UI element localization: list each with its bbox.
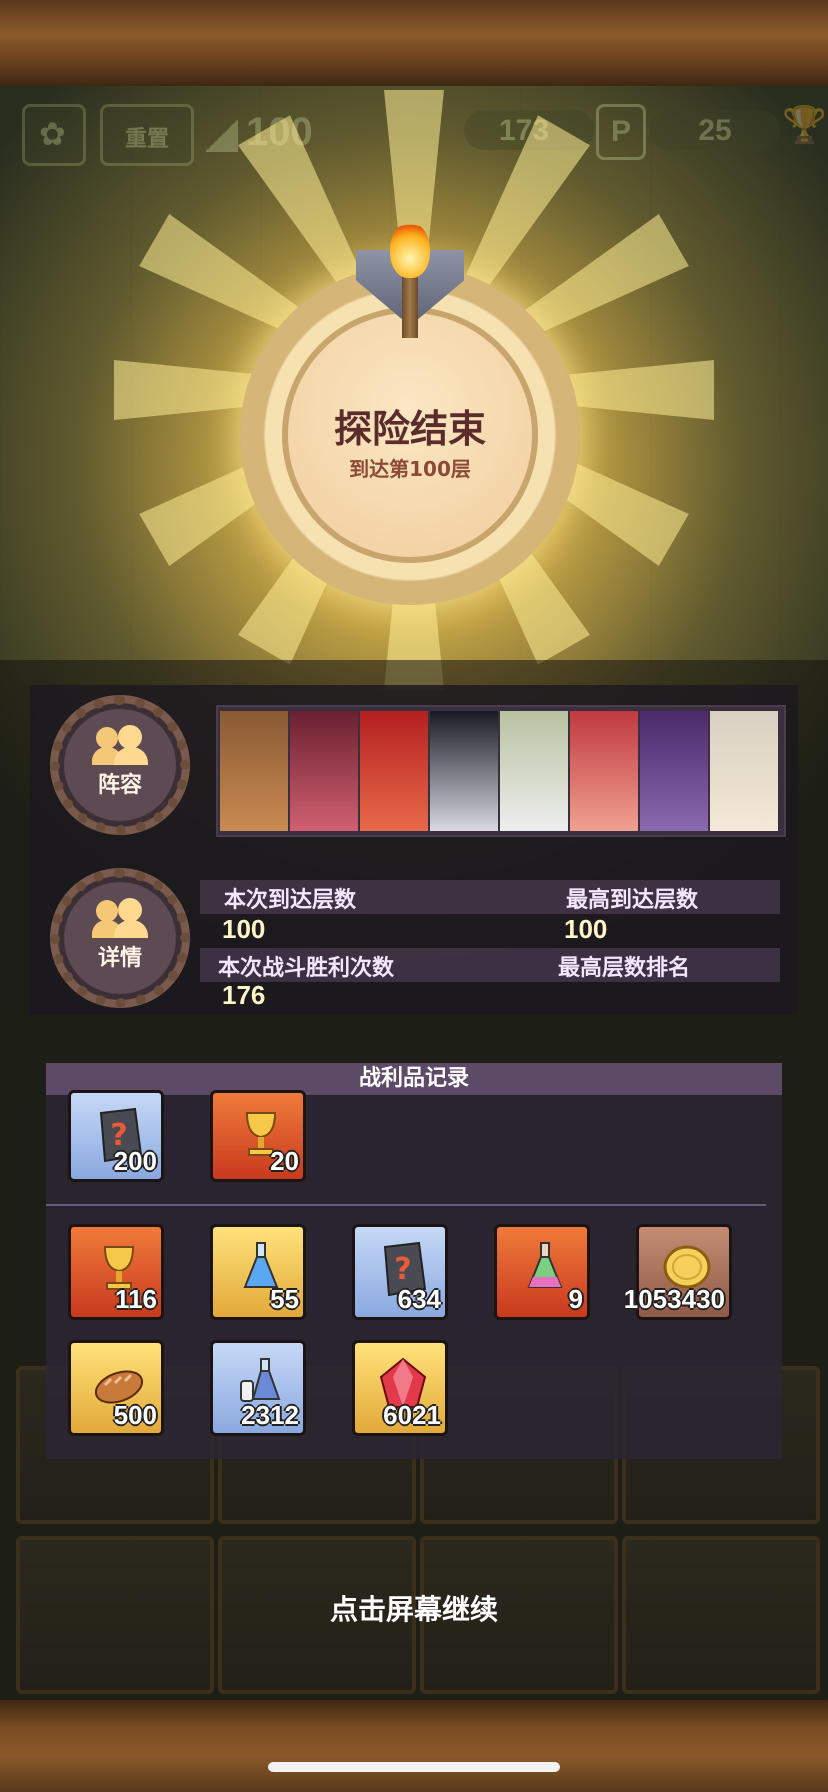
loot-item[interactable]: 6021 bbox=[352, 1340, 448, 1436]
hero-portrait[interactable] bbox=[710, 711, 778, 831]
loot-qty: 200 bbox=[113, 1146, 157, 1176]
wins-label: 本次战斗胜利次数 bbox=[218, 956, 395, 981]
gear-icon: ✿ bbox=[39, 115, 66, 153]
loot-divider bbox=[46, 1204, 766, 1206]
reset-button[interactable]: 重置 bbox=[100, 104, 194, 166]
settings-button[interactable]: ✿ bbox=[22, 104, 86, 166]
loot-qty: 500 bbox=[113, 1400, 157, 1430]
loot-item[interactable]: 9 bbox=[494, 1224, 590, 1320]
reset-label: 重置 bbox=[124, 126, 169, 151]
currency-bar: 173 bbox=[464, 110, 594, 150]
result-subtitle: 到达第100层 bbox=[349, 457, 471, 481]
home-indicator[interactable] bbox=[268, 1762, 560, 1772]
loot-item[interactable]: 116 bbox=[68, 1224, 164, 1320]
details-label: 详情 bbox=[97, 946, 142, 971]
loot-qty: 116 bbox=[115, 1284, 157, 1314]
svg-text:?: ? bbox=[394, 1252, 411, 1287]
loot-item[interactable]: 20 bbox=[210, 1090, 306, 1182]
rainbow-potion-icon bbox=[527, 1242, 563, 1288]
result-title: 探险结束 bbox=[333, 407, 486, 451]
details-icon bbox=[92, 898, 148, 938]
p-coin-icon: P bbox=[596, 104, 646, 160]
top-wood-frame bbox=[0, 0, 828, 89]
floor-counter: 100 bbox=[246, 110, 313, 154]
current-floor-value: 100 bbox=[222, 914, 266, 944]
loot-qty: 634 bbox=[397, 1284, 441, 1314]
loot-qty: 2312 bbox=[241, 1400, 299, 1430]
loot-qty: 20 bbox=[270, 1146, 299, 1176]
loot-qty: 9 bbox=[568, 1284, 583, 1314]
loot-qty: 55 bbox=[270, 1284, 299, 1314]
trophy-value: 25 bbox=[698, 114, 732, 147]
team-icon bbox=[92, 725, 148, 765]
loot-item[interactable]: ? 200 bbox=[68, 1090, 164, 1182]
bottom-wood-frame bbox=[0, 1700, 828, 1792]
hero-portrait[interactable] bbox=[570, 711, 638, 831]
hero-portrait[interactable] bbox=[430, 711, 498, 831]
stairs-icon bbox=[206, 118, 238, 152]
team-label: 阵容 bbox=[97, 773, 142, 798]
loot-item[interactable]: 1053430 bbox=[624, 1224, 732, 1320]
loot-item[interactable]: ? 634 bbox=[352, 1224, 448, 1320]
hero-portrait[interactable] bbox=[290, 711, 358, 831]
best-floor-label: 最高到达层数 bbox=[566, 888, 699, 913]
loot-item[interactable]: 2312 bbox=[210, 1340, 306, 1436]
currency-value: 173 bbox=[498, 114, 550, 147]
team-strip bbox=[216, 705, 786, 837]
current-floor-label: 本次到达层数 bbox=[224, 888, 357, 913]
rank-label: 最高层数排名 bbox=[558, 956, 691, 981]
hero-portrait[interactable] bbox=[500, 711, 568, 831]
torch-stick bbox=[402, 276, 418, 338]
details-gear-badge: 详情 bbox=[50, 868, 190, 1008]
loot-qty: 1053430 bbox=[623, 1284, 725, 1314]
loot-item[interactable]: 55 bbox=[210, 1224, 306, 1320]
wins-value: 176 bbox=[222, 980, 266, 1010]
torch-flame-icon bbox=[390, 222, 430, 278]
trophy-bar: 25 bbox=[650, 110, 780, 150]
hero-portrait[interactable] bbox=[220, 711, 288, 831]
trophy-icon: 🏆 bbox=[782, 104, 827, 145]
hero-portrait[interactable] bbox=[640, 711, 708, 831]
loot-item[interactable]: 500 bbox=[68, 1340, 164, 1436]
loot-qty: 6021 bbox=[383, 1400, 441, 1430]
hero-portrait[interactable] bbox=[360, 711, 428, 831]
tap-to-continue[interactable]: 点击屏幕继续 bbox=[0, 1588, 828, 1628]
best-floor-value: 100 bbox=[564, 914, 608, 944]
team-gear-badge: 阵容 bbox=[50, 695, 190, 835]
